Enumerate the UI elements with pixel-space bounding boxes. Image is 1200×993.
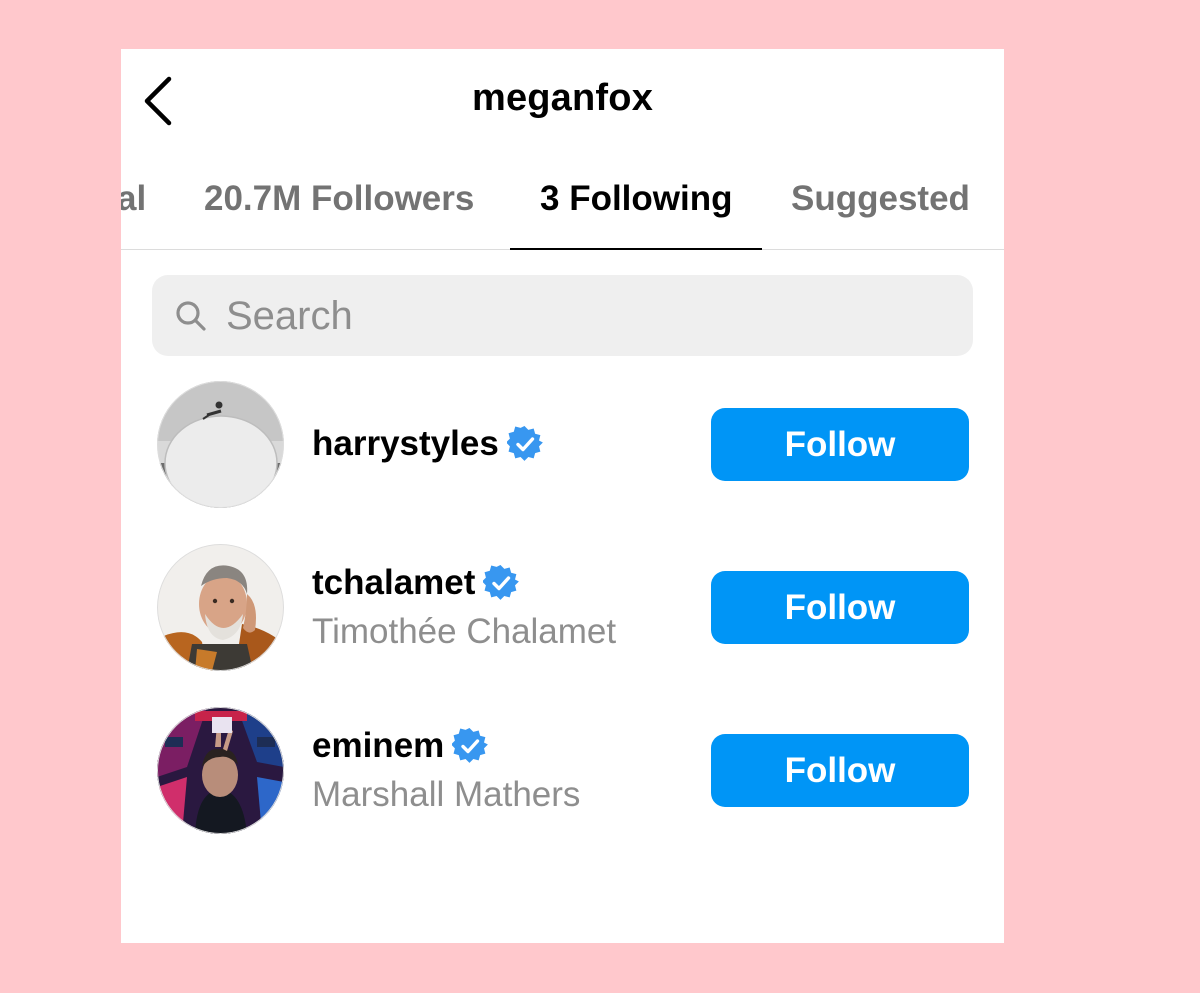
follow-button[interactable]: Follow <box>711 408 969 481</box>
search-input[interactable] <box>224 285 958 347</box>
active-tab-indicator <box>510 248 762 250</box>
tab-following[interactable]: 3 Following <box>540 179 732 219</box>
list-item: harrystyles Follow <box>121 381 1004 511</box>
username: harrystyles <box>312 424 499 463</box>
follow-button[interactable]: Follow <box>711 734 969 807</box>
list-item: eminem Marshall Mathers Follow <box>121 707 1004 837</box>
profile-username-title: meganfox <box>471 77 654 119</box>
full-name: Marshall Mathers <box>312 775 581 814</box>
verified-badge-icon <box>452 728 489 763</box>
list-item: tchalamet Timothée Chalamet Follow <box>121 544 1004 674</box>
tab-suggested[interactable]: Suggested <box>791 179 970 219</box>
follow-button[interactable]: Follow <box>711 571 969 644</box>
username-link[interactable]: harrystyles <box>312 424 543 464</box>
tab-followers[interactable]: 20.7M Followers <box>204 179 474 219</box>
avatar[interactable] <box>157 707 284 834</box>
username: tchalamet <box>312 563 476 602</box>
avatar[interactable] <box>157 544 284 671</box>
username-link[interactable]: tchalamet <box>312 563 520 603</box>
avatar[interactable] <box>157 381 284 508</box>
following-screen: meganfox al 20.7M Followers 3 Following … <box>121 49 1004 943</box>
tab-mutual-partial[interactable]: al <box>121 179 146 219</box>
full-name: Timothée Chalamet <box>312 612 617 651</box>
avatar-image <box>157 707 284 834</box>
tab-bar: al 20.7M Followers 3 Following Suggested <box>121 161 1004 250</box>
avatar-image <box>157 381 284 508</box>
verified-badge-icon <box>506 426 543 461</box>
header: meganfox <box>121 49 1004 149</box>
verified-badge-icon <box>483 565 520 600</box>
avatar-image <box>157 544 284 671</box>
search-icon <box>176 301 206 331</box>
search-bar <box>152 275 973 356</box>
username-link[interactable]: eminem <box>312 726 489 766</box>
username: eminem <box>312 726 445 765</box>
